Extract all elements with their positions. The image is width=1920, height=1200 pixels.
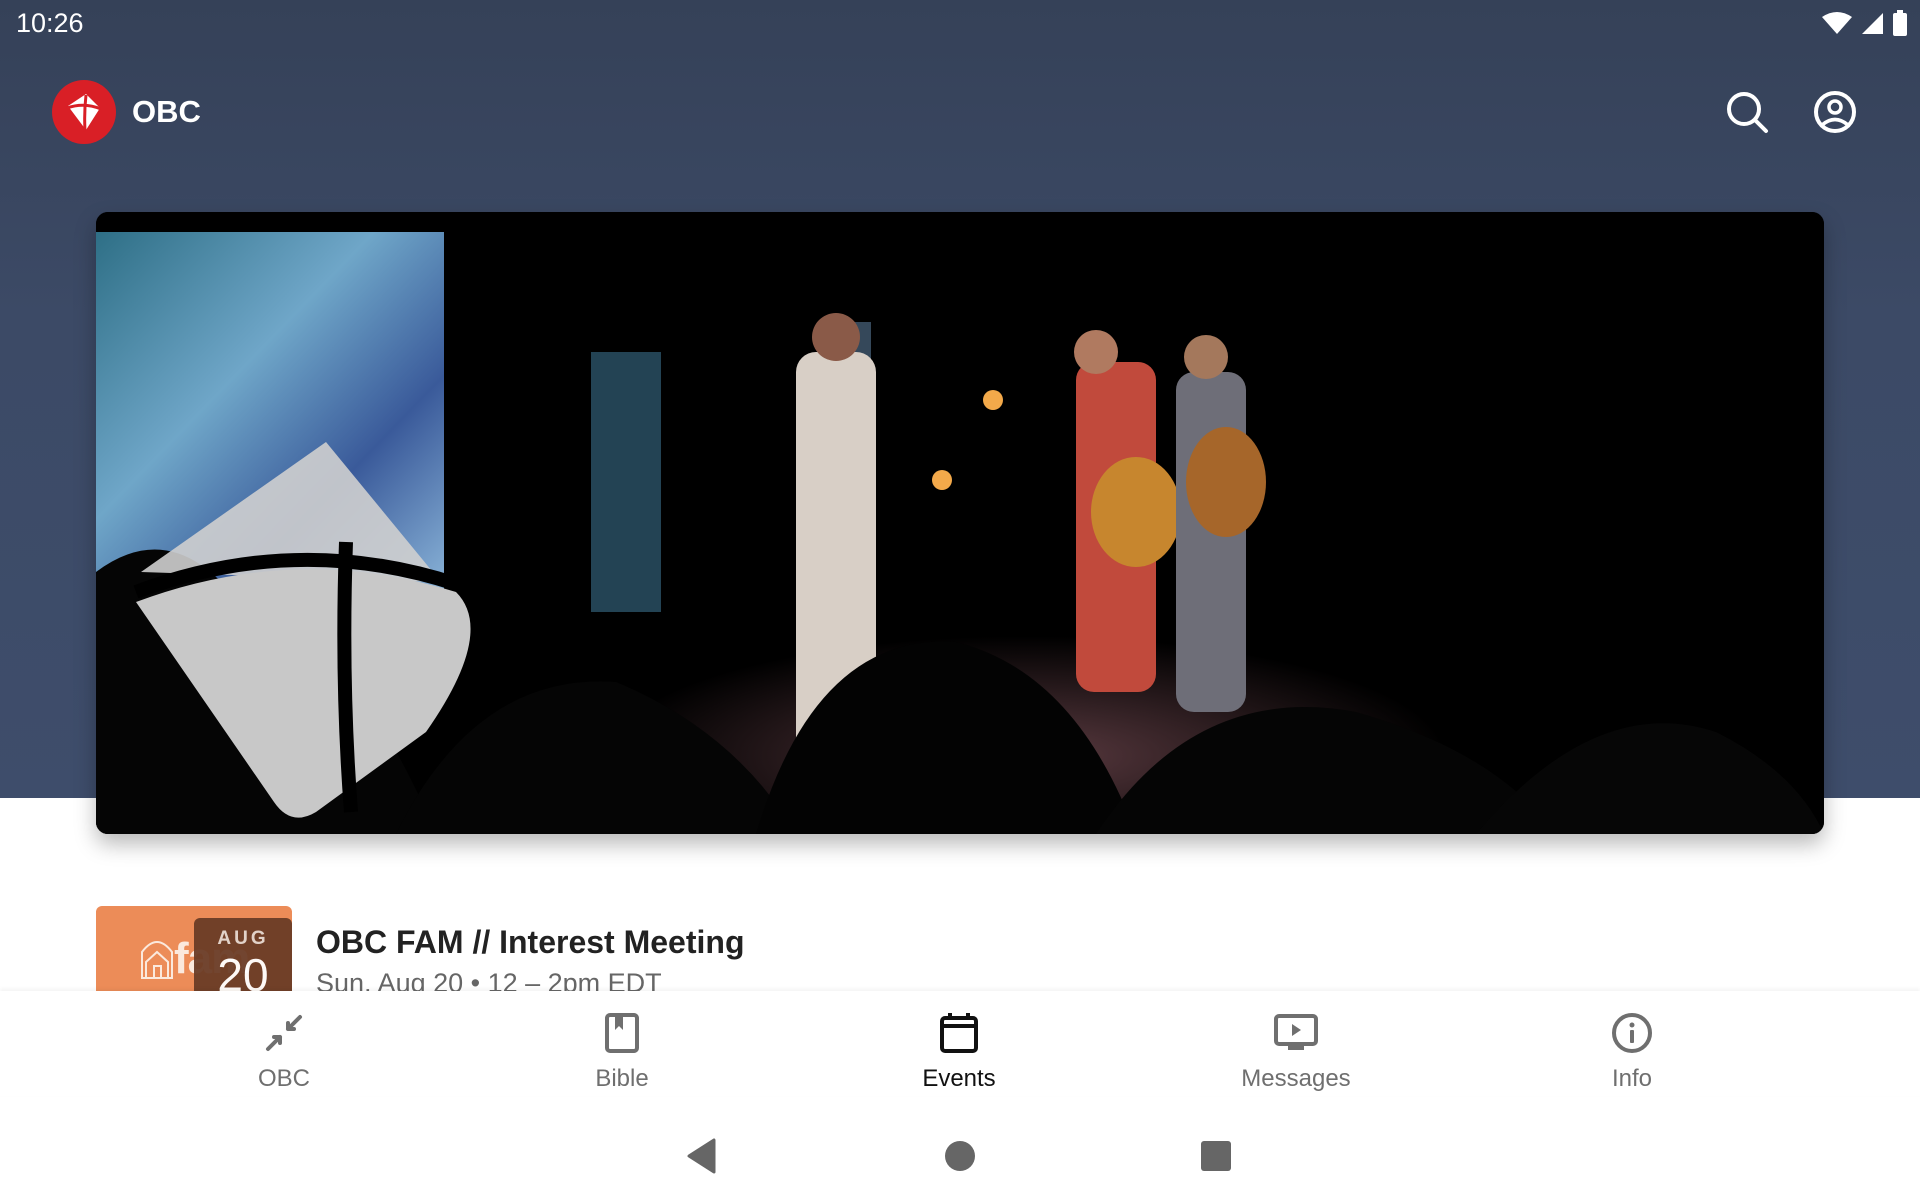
back-triangle-icon bbox=[687, 1138, 716, 1174]
system-navigation-bar bbox=[0, 1110, 1920, 1200]
date-day: 20 bbox=[217, 949, 269, 992]
book-bookmark-icon bbox=[605, 1013, 639, 1053]
tv-play-icon bbox=[1274, 1014, 1318, 1050]
nav-tab-info[interactable]: Info bbox=[1512, 991, 1752, 1096]
profile-button[interactable] bbox=[1811, 88, 1859, 136]
battery-icon bbox=[1893, 10, 1907, 36]
nav-tab-bible[interactable]: Bible bbox=[502, 991, 742, 1096]
calendar-icon bbox=[940, 1013, 978, 1053]
nav-label-info: Info bbox=[1611, 1065, 1653, 1092]
wifi-icon bbox=[1822, 12, 1852, 34]
event-thumbnail: fam AUG 20 bbox=[96, 906, 292, 992]
system-recents-button[interactable] bbox=[1192, 1132, 1240, 1180]
system-back-button[interactable] bbox=[678, 1132, 726, 1180]
system-home-button[interactable] bbox=[936, 1132, 984, 1180]
recents-square-icon bbox=[1201, 1141, 1231, 1171]
nav-label-obc: OBC bbox=[257, 1065, 310, 1092]
event-title: OBC FAM // Interest Meeting bbox=[316, 924, 745, 960]
hero-banner[interactable] bbox=[96, 212, 1824, 834]
app-title: OBC bbox=[132, 94, 201, 129]
nav-tab-events[interactable]: Events bbox=[839, 991, 1079, 1096]
event-datetime: Sun, Aug 20 • 12 – 2pm EDT bbox=[316, 968, 662, 992]
collapse-arrows-icon bbox=[266, 1015, 302, 1051]
hero-image bbox=[96, 212, 1824, 834]
nav-tab-obc[interactable]: OBC bbox=[164, 991, 404, 1096]
nav-tab-messages[interactable]: Messages bbox=[1176, 991, 1416, 1096]
search-icon bbox=[1727, 92, 1768, 133]
cell-signal-icon bbox=[1862, 13, 1883, 34]
event-list-item[interactable]: fam AUG 20 OBC FAM // Interest Meeting S… bbox=[96, 906, 1824, 992]
bottom-navigation: OBC Bible Events Messages Info bbox=[0, 991, 1920, 1096]
date-month: AUG bbox=[217, 928, 269, 949]
obc-logo-icon[interactable] bbox=[52, 80, 116, 144]
info-icon bbox=[1612, 1013, 1652, 1053]
status-icons bbox=[1822, 10, 1908, 36]
nav-label-messages: Messages bbox=[1241, 1065, 1351, 1092]
nav-label-events: Events bbox=[922, 1065, 996, 1092]
house-icon bbox=[141, 941, 173, 979]
account-circle-icon bbox=[1814, 91, 1856, 133]
date-badge: AUG 20 bbox=[194, 918, 292, 992]
status-time: 10:26 bbox=[16, 8, 84, 38]
home-circle-icon bbox=[945, 1141, 975, 1171]
nav-label-bible: Bible bbox=[595, 1065, 649, 1092]
search-button[interactable] bbox=[1723, 88, 1771, 136]
